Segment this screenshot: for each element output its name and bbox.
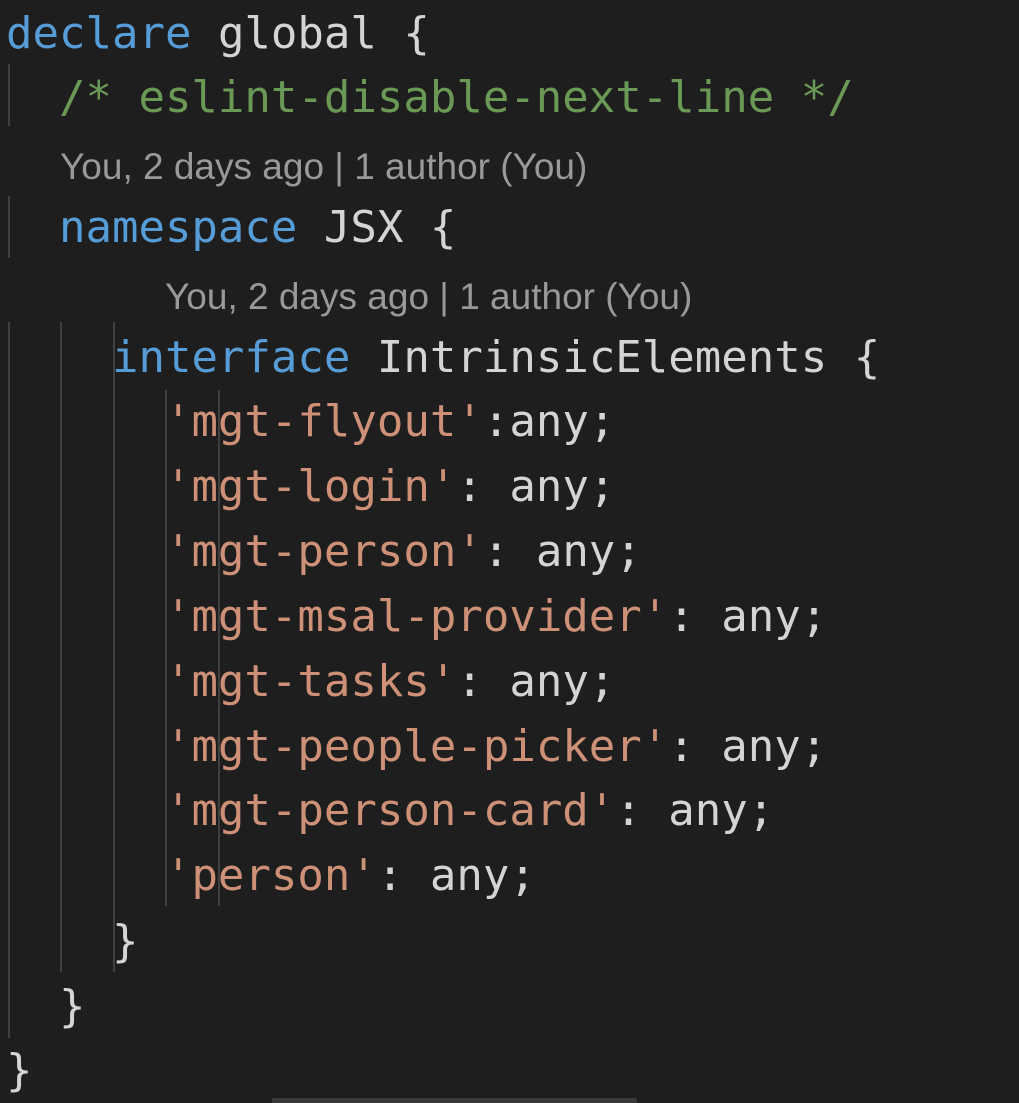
property-type: any; [535, 526, 642, 577]
property-type: any; [429, 850, 536, 901]
identifier-global: global [217, 8, 377, 59]
code-line-property[interactable]: 'mgt-login': any; [6, 455, 615, 519]
code-line-property[interactable]: 'mgt-msal-provider': any; [6, 585, 827, 649]
property-type: any; [509, 396, 616, 447]
code-line-property[interactable]: 'mgt-people-picker': any; [6, 715, 827, 779]
open-brace: { [403, 8, 430, 59]
code-line-eslint-comment[interactable]: /* eslint-disable-next-line */ [6, 66, 854, 130]
eslint-comment: /* eslint-disable-next-line */ [58, 72, 854, 123]
code-line-close-namespace[interactable]: } [6, 975, 86, 1039]
property-key: 'mgt-msal-provider' [164, 591, 669, 642]
keyword-interface: interface [111, 332, 351, 383]
property-key: 'mgt-flyout' [164, 396, 483, 447]
property-colon: : [482, 396, 510, 447]
codelens-author-info[interactable]: You, 2 days ago | 1 author (You) [165, 272, 692, 322]
code-line-declare-global[interactable]: declare global { [6, 2, 430, 66]
property-type: any; [509, 461, 616, 512]
property-type: any; [721, 721, 828, 772]
code-line-interface[interactable]: interface IntrinsicElements { [6, 326, 880, 390]
property-colon: : [456, 461, 510, 512]
interface-name: IntrinsicElements [376, 332, 828, 383]
property-colon: : [482, 526, 536, 577]
namespace-name: JSX [323, 202, 404, 253]
code-editor[interactable]: declare global { /* eslint-disable-next-… [0, 0, 1019, 1103]
property-key: 'mgt-people-picker' [164, 721, 669, 772]
horizontal-scrollbar[interactable] [272, 1098, 637, 1103]
open-brace: { [429, 202, 457, 253]
open-brace: { [853, 332, 881, 383]
property-key: 'mgt-tasks' [164, 656, 457, 707]
code-line-namespace[interactable]: namespace JSX { [6, 196, 456, 260]
code-line-property[interactable]: 'mgt-tasks': any; [6, 650, 615, 714]
property-type: any; [668, 785, 775, 836]
code-line-property[interactable]: 'mgt-person': any; [6, 520, 642, 584]
property-key: 'person' [164, 850, 377, 901]
keyword-namespace: namespace [58, 202, 298, 253]
property-type: any; [509, 656, 616, 707]
property-colon: : [615, 785, 669, 836]
property-colon: : [668, 591, 722, 642]
close-brace: } [58, 981, 86, 1032]
code-line-property[interactable]: 'person': any; [6, 844, 536, 908]
code-line-property[interactable]: 'mgt-flyout':any; [6, 390, 615, 454]
property-colon: : [376, 850, 430, 901]
code-line-property[interactable]: 'mgt-person-card': any; [6, 779, 774, 843]
code-line-close-interface[interactable]: } [6, 910, 139, 974]
property-key: 'mgt-person-card' [164, 785, 616, 836]
property-colon: : [456, 656, 510, 707]
property-key: 'mgt-login' [164, 461, 457, 512]
close-brace: } [111, 916, 139, 967]
property-type: any; [721, 591, 828, 642]
property-colon: : [668, 721, 722, 772]
code-line-close-global[interactable]: } [6, 1039, 33, 1103]
property-key: 'mgt-person' [164, 526, 483, 577]
close-brace: } [6, 1045, 33, 1096]
codelens-author-info[interactable]: You, 2 days ago | 1 author (You) [60, 142, 587, 192]
keyword-declare: declare [6, 8, 192, 59]
